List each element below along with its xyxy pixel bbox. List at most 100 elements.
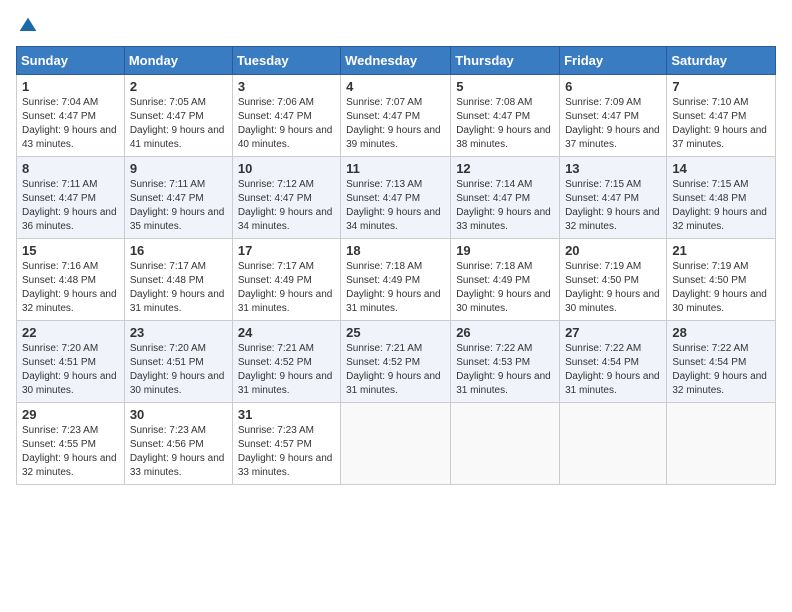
day-number: 14 xyxy=(672,161,770,176)
day-info: Sunrise: 7:15 AM Sunset: 4:47 PM Dayligh… xyxy=(565,179,660,232)
day-info: Sunrise: 7:13 AM Sunset: 4:47 PM Dayligh… xyxy=(346,179,441,232)
day-info: Sunrise: 7:12 AM Sunset: 4:47 PM Dayligh… xyxy=(238,179,333,232)
day-info: Sunrise: 7:17 AM Sunset: 4:49 PM Dayligh… xyxy=(238,261,333,314)
day-cell: 7 Sunrise: 7:10 AM Sunset: 4:47 PM Dayli… xyxy=(667,75,776,157)
day-info: Sunrise: 7:19 AM Sunset: 4:50 PM Dayligh… xyxy=(565,261,660,314)
day-cell: 10 Sunrise: 7:12 AM Sunset: 4:47 PM Dayl… xyxy=(232,157,340,239)
week-row-3: 15 Sunrise: 7:16 AM Sunset: 4:48 PM Dayl… xyxy=(17,239,776,321)
day-number: 6 xyxy=(565,79,661,94)
day-cell: 17 Sunrise: 7:17 AM Sunset: 4:49 PM Dayl… xyxy=(232,239,340,321)
day-info: Sunrise: 7:23 AM Sunset: 4:57 PM Dayligh… xyxy=(238,425,333,478)
week-row-4: 22 Sunrise: 7:20 AM Sunset: 4:51 PM Dayl… xyxy=(17,321,776,403)
day-cell: 25 Sunrise: 7:21 AM Sunset: 4:52 PM Dayl… xyxy=(341,321,451,403)
day-info: Sunrise: 7:22 AM Sunset: 4:54 PM Dayligh… xyxy=(565,343,660,396)
day-cell: 22 Sunrise: 7:20 AM Sunset: 4:51 PM Dayl… xyxy=(17,321,125,403)
day-info: Sunrise: 7:10 AM Sunset: 4:47 PM Dayligh… xyxy=(672,97,767,150)
day-number: 25 xyxy=(346,325,445,340)
day-number: 29 xyxy=(22,407,119,422)
day-number: 2 xyxy=(130,79,227,94)
day-number: 31 xyxy=(238,407,335,422)
day-cell: 19 Sunrise: 7:18 AM Sunset: 4:49 PM Dayl… xyxy=(451,239,560,321)
logo-icon xyxy=(18,16,38,36)
header-saturday: Saturday xyxy=(667,47,776,75)
day-info: Sunrise: 7:08 AM Sunset: 4:47 PM Dayligh… xyxy=(456,97,551,150)
day-info: Sunrise: 7:21 AM Sunset: 4:52 PM Dayligh… xyxy=(238,343,333,396)
day-info: Sunrise: 7:19 AM Sunset: 4:50 PM Dayligh… xyxy=(672,261,767,314)
header-monday: Monday xyxy=(124,47,232,75)
header-friday: Friday xyxy=(560,47,667,75)
day-number: 27 xyxy=(565,325,661,340)
day-cell: 12 Sunrise: 7:14 AM Sunset: 4:47 PM Dayl… xyxy=(451,157,560,239)
day-cell: 31 Sunrise: 7:23 AM Sunset: 4:57 PM Dayl… xyxy=(232,403,340,485)
day-number: 23 xyxy=(130,325,227,340)
day-cell: 26 Sunrise: 7:22 AM Sunset: 4:53 PM Dayl… xyxy=(451,321,560,403)
day-cell xyxy=(667,403,776,485)
day-info: Sunrise: 7:18 AM Sunset: 4:49 PM Dayligh… xyxy=(346,261,441,314)
day-info: Sunrise: 7:23 AM Sunset: 4:55 PM Dayligh… xyxy=(22,425,117,478)
day-cell: 21 Sunrise: 7:19 AM Sunset: 4:50 PM Dayl… xyxy=(667,239,776,321)
day-cell: 13 Sunrise: 7:15 AM Sunset: 4:47 PM Dayl… xyxy=(560,157,667,239)
day-number: 28 xyxy=(672,325,770,340)
page-header xyxy=(16,16,776,36)
day-number: 12 xyxy=(456,161,554,176)
day-cell: 15 Sunrise: 7:16 AM Sunset: 4:48 PM Dayl… xyxy=(17,239,125,321)
day-cell: 24 Sunrise: 7:21 AM Sunset: 4:52 PM Dayl… xyxy=(232,321,340,403)
day-number: 5 xyxy=(456,79,554,94)
day-cell: 16 Sunrise: 7:17 AM Sunset: 4:48 PM Dayl… xyxy=(124,239,232,321)
day-info: Sunrise: 7:09 AM Sunset: 4:47 PM Dayligh… xyxy=(565,97,660,150)
logo xyxy=(16,16,38,36)
day-cell: 1 Sunrise: 7:04 AM Sunset: 4:47 PM Dayli… xyxy=(17,75,125,157)
day-cell: 4 Sunrise: 7:07 AM Sunset: 4:47 PM Dayli… xyxy=(341,75,451,157)
day-cell: 9 Sunrise: 7:11 AM Sunset: 4:47 PM Dayli… xyxy=(124,157,232,239)
day-info: Sunrise: 7:20 AM Sunset: 4:51 PM Dayligh… xyxy=(22,343,117,396)
calendar-table: SundayMondayTuesdayWednesdayThursdayFrid… xyxy=(16,46,776,485)
day-info: Sunrise: 7:17 AM Sunset: 4:48 PM Dayligh… xyxy=(130,261,225,314)
day-cell: 27 Sunrise: 7:22 AM Sunset: 4:54 PM Dayl… xyxy=(560,321,667,403)
day-number: 22 xyxy=(22,325,119,340)
day-number: 10 xyxy=(238,161,335,176)
day-cell: 3 Sunrise: 7:06 AM Sunset: 4:47 PM Dayli… xyxy=(232,75,340,157)
day-cell: 14 Sunrise: 7:15 AM Sunset: 4:48 PM Dayl… xyxy=(667,157,776,239)
day-cell xyxy=(341,403,451,485)
day-info: Sunrise: 7:05 AM Sunset: 4:47 PM Dayligh… xyxy=(130,97,225,150)
day-info: Sunrise: 7:16 AM Sunset: 4:48 PM Dayligh… xyxy=(22,261,117,314)
day-info: Sunrise: 7:21 AM Sunset: 4:52 PM Dayligh… xyxy=(346,343,441,396)
day-number: 16 xyxy=(130,243,227,258)
week-row-1: 1 Sunrise: 7:04 AM Sunset: 4:47 PM Dayli… xyxy=(17,75,776,157)
day-info: Sunrise: 7:22 AM Sunset: 4:54 PM Dayligh… xyxy=(672,343,767,396)
day-number: 24 xyxy=(238,325,335,340)
day-info: Sunrise: 7:23 AM Sunset: 4:56 PM Dayligh… xyxy=(130,425,225,478)
header-tuesday: Tuesday xyxy=(232,47,340,75)
day-number: 20 xyxy=(565,243,661,258)
day-info: Sunrise: 7:14 AM Sunset: 4:47 PM Dayligh… xyxy=(456,179,551,232)
day-info: Sunrise: 7:06 AM Sunset: 4:47 PM Dayligh… xyxy=(238,97,333,150)
day-number: 4 xyxy=(346,79,445,94)
day-info: Sunrise: 7:11 AM Sunset: 4:47 PM Dayligh… xyxy=(22,179,117,232)
header-sunday: Sunday xyxy=(17,47,125,75)
day-cell: 11 Sunrise: 7:13 AM Sunset: 4:47 PM Dayl… xyxy=(341,157,451,239)
day-cell: 28 Sunrise: 7:22 AM Sunset: 4:54 PM Dayl… xyxy=(667,321,776,403)
day-cell xyxy=(560,403,667,485)
header-thursday: Thursday xyxy=(451,47,560,75)
day-info: Sunrise: 7:15 AM Sunset: 4:48 PM Dayligh… xyxy=(672,179,767,232)
day-info: Sunrise: 7:22 AM Sunset: 4:53 PM Dayligh… xyxy=(456,343,551,396)
day-number: 26 xyxy=(456,325,554,340)
week-row-5: 29 Sunrise: 7:23 AM Sunset: 4:55 PM Dayl… xyxy=(17,403,776,485)
day-number: 3 xyxy=(238,79,335,94)
day-info: Sunrise: 7:04 AM Sunset: 4:47 PM Dayligh… xyxy=(22,97,117,150)
day-cell: 29 Sunrise: 7:23 AM Sunset: 4:55 PM Dayl… xyxy=(17,403,125,485)
day-info: Sunrise: 7:11 AM Sunset: 4:47 PM Dayligh… xyxy=(130,179,225,232)
day-info: Sunrise: 7:18 AM Sunset: 4:49 PM Dayligh… xyxy=(456,261,551,314)
day-number: 1 xyxy=(22,79,119,94)
day-number: 15 xyxy=(22,243,119,258)
header-wednesday: Wednesday xyxy=(341,47,451,75)
day-number: 7 xyxy=(672,79,770,94)
day-cell: 6 Sunrise: 7:09 AM Sunset: 4:47 PM Dayli… xyxy=(560,75,667,157)
day-cell xyxy=(451,403,560,485)
day-info: Sunrise: 7:20 AM Sunset: 4:51 PM Dayligh… xyxy=(130,343,225,396)
day-number: 11 xyxy=(346,161,445,176)
day-number: 13 xyxy=(565,161,661,176)
day-cell: 30 Sunrise: 7:23 AM Sunset: 4:56 PM Dayl… xyxy=(124,403,232,485)
day-cell: 5 Sunrise: 7:08 AM Sunset: 4:47 PM Dayli… xyxy=(451,75,560,157)
day-cell: 8 Sunrise: 7:11 AM Sunset: 4:47 PM Dayli… xyxy=(17,157,125,239)
